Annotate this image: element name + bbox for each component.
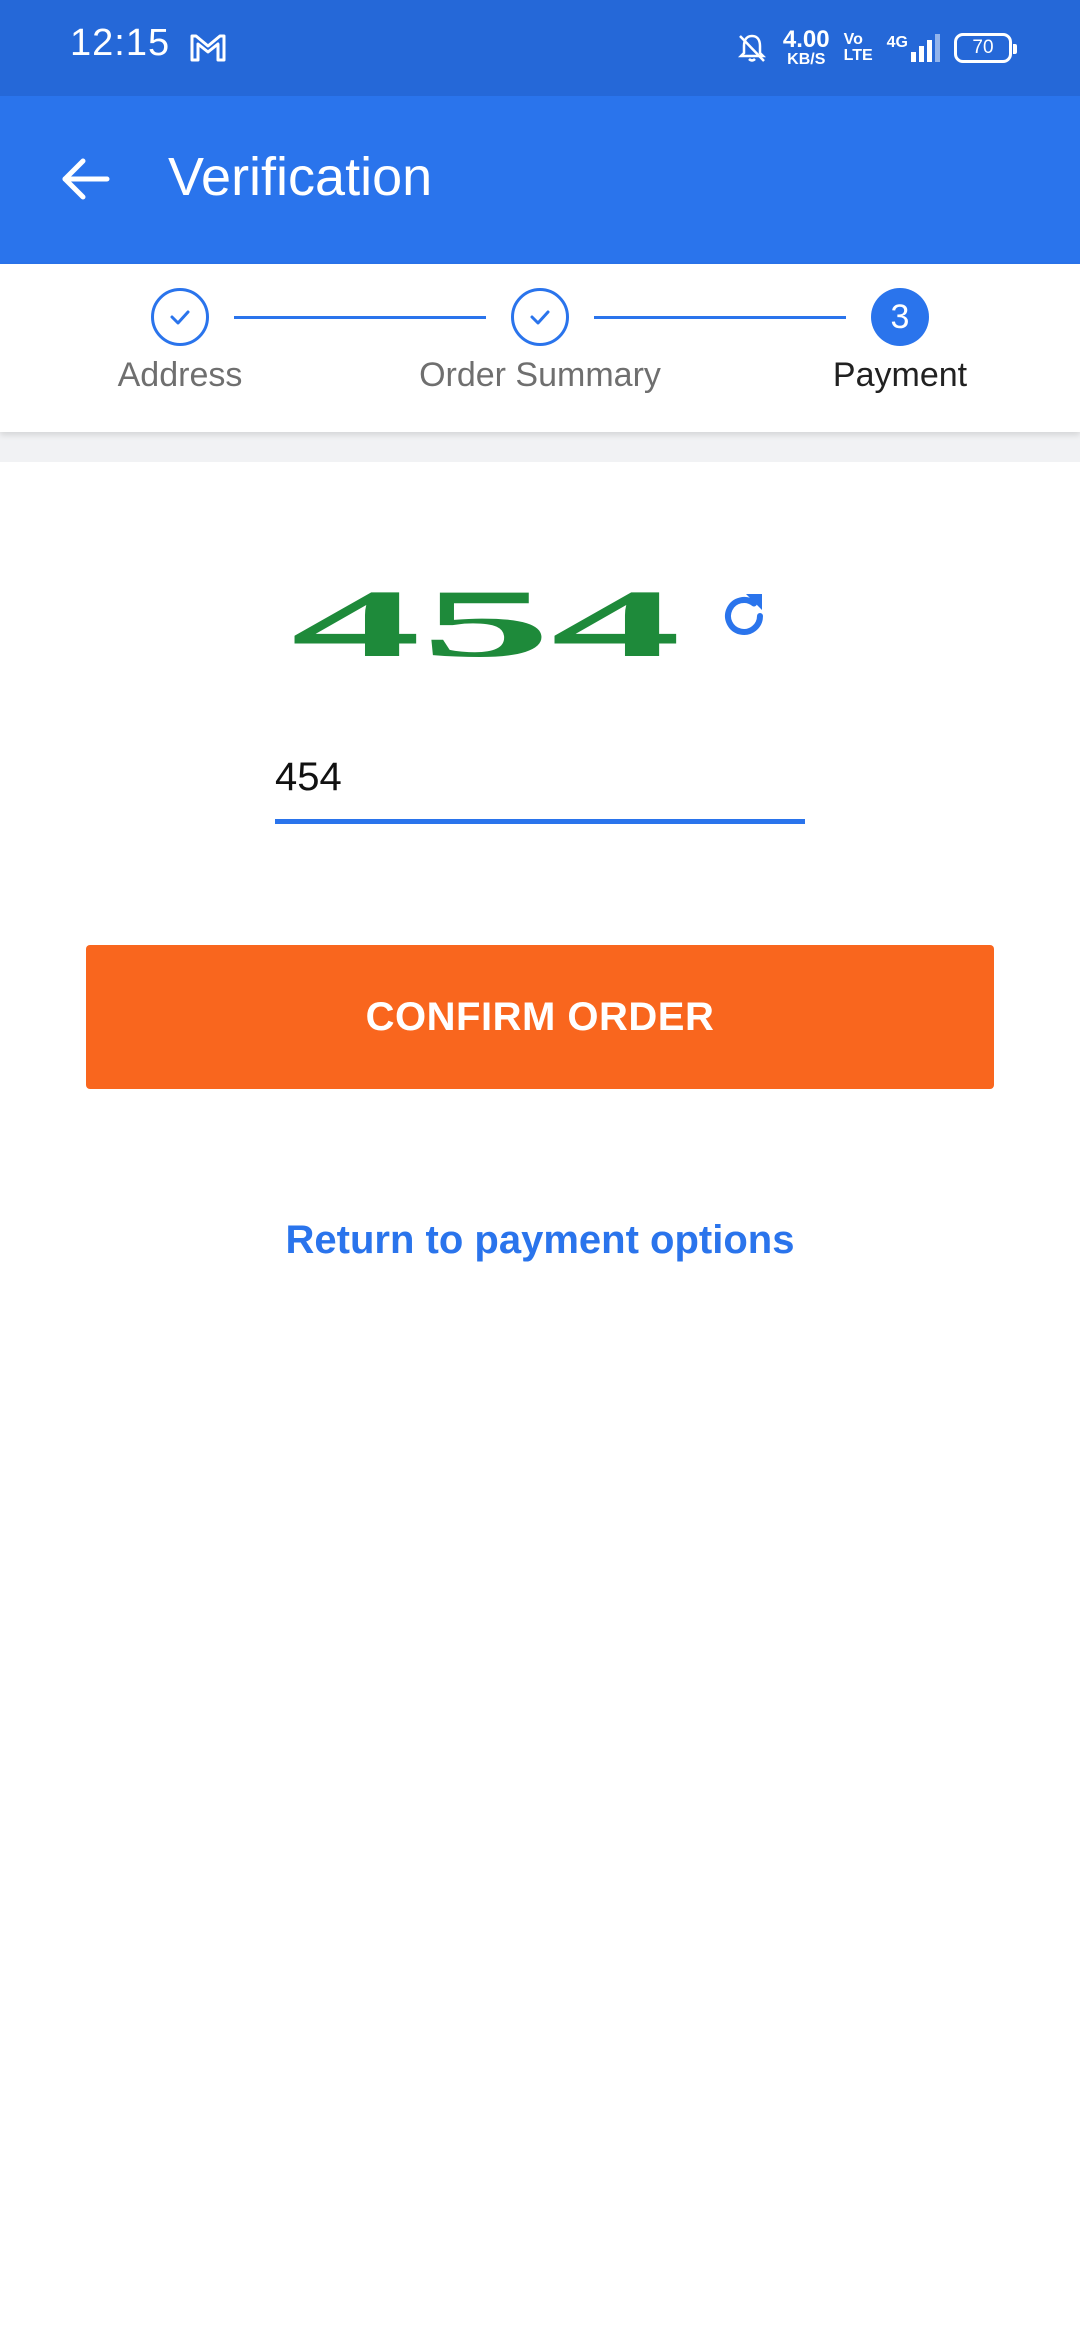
step-label-address: Address [117, 356, 243, 394]
volte-bottom: LTE [843, 47, 873, 64]
step-payment-number: 3 [871, 288, 929, 346]
step-connector [594, 316, 846, 319]
confirm-order-button[interactable]: CONFIRM ORDER [86, 945, 994, 1089]
status-time: 12:15 [70, 22, 171, 64]
status-icons: 4.00 KB/S Vo LTE 4G 70 [735, 22, 1017, 74]
check-icon [170, 310, 190, 325]
volte-indicator: Vo LTE [844, 32, 873, 64]
step-connector [234, 316, 486, 319]
gmail-icon [190, 34, 226, 62]
refresh-icon [725, 594, 763, 635]
captcha-image: 454 [291, 571, 681, 676]
captcha-input[interactable] [275, 755, 805, 800]
net-speed-value: 4.00 [782, 26, 830, 53]
battery-level: 70 [972, 37, 994, 58]
status-bar: 12:15 4.00 KB/S Vo LTE 4G 70 [0, 0, 1080, 96]
network-type: 4G [886, 34, 908, 51]
volte-top: Vo [843, 31, 863, 48]
captcha-text: 454 [291, 571, 681, 676]
step-address-check [151, 288, 209, 346]
step-order-summary-check [511, 288, 569, 346]
return-to-payment-options-link[interactable]: Return to payment options [0, 1218, 1080, 1263]
step-label-payment: Payment [832, 356, 968, 394]
page-title: Verification [168, 147, 433, 207]
check-icon [530, 310, 550, 325]
checkout-stepper: Address Order Summary 3 Payment [0, 264, 1080, 432]
battery-icon: 70 [954, 33, 1017, 63]
back-button[interactable] [40, 134, 130, 224]
arrow-left-icon [62, 158, 110, 200]
step-label-order-summary: Order Summary [419, 356, 661, 394]
net-speed-unit: KB/S [787, 51, 826, 68]
captcha-input-field[interactable] [275, 736, 805, 824]
app-bar: Verification [0, 96, 1080, 264]
bell-off-icon [737, 34, 766, 62]
refresh-captcha-button[interactable] [712, 584, 776, 648]
net-speed: 4.00 KB/S [783, 28, 830, 68]
divider [0, 432, 1080, 462]
signal-icon: 4G [887, 34, 940, 62]
